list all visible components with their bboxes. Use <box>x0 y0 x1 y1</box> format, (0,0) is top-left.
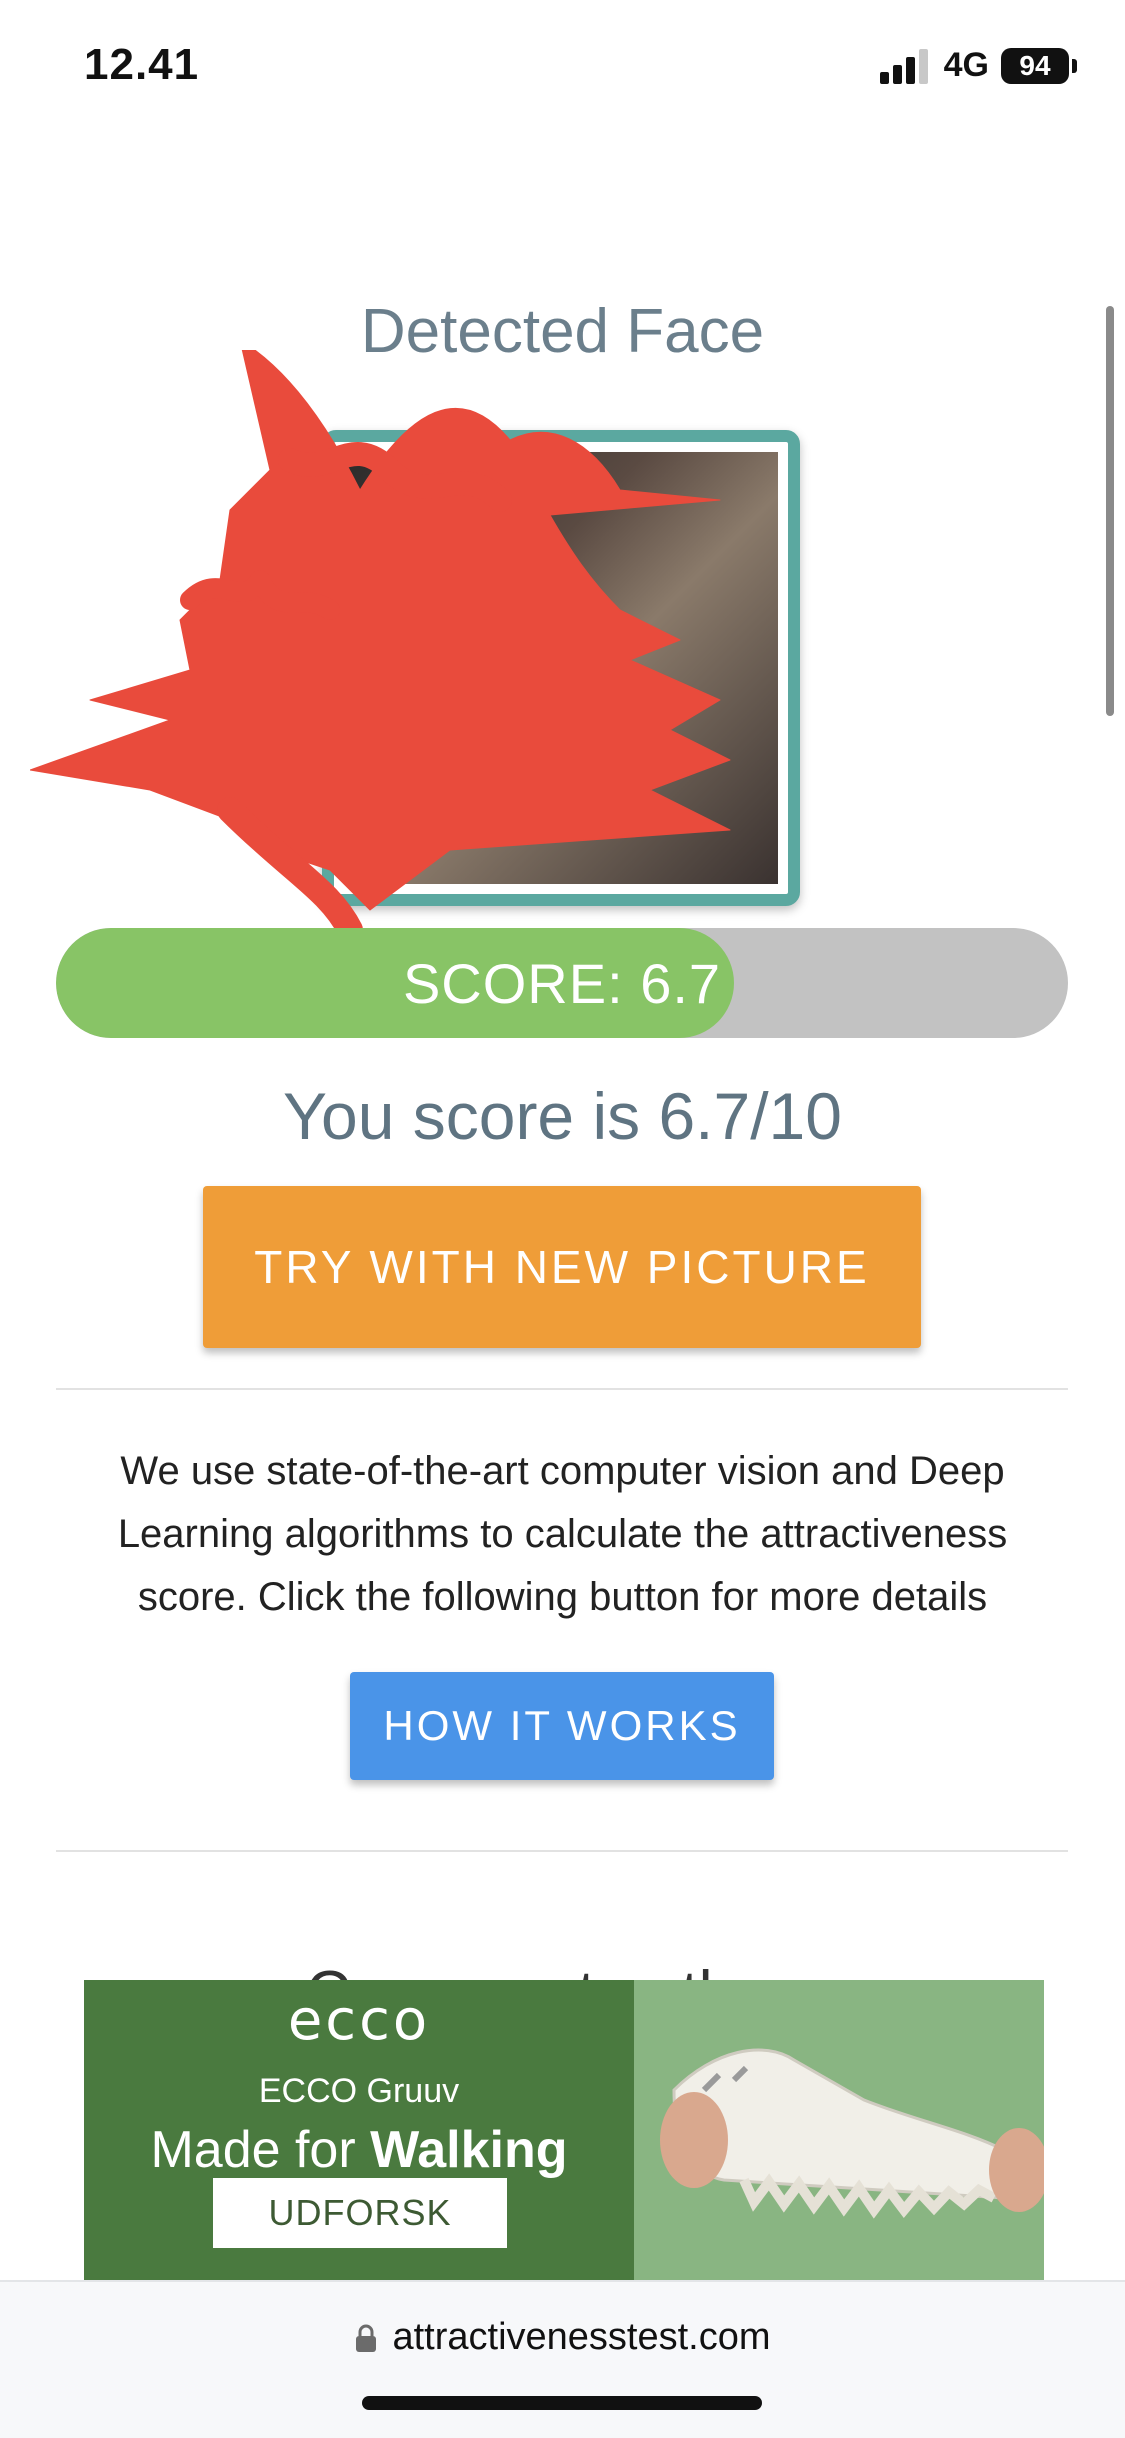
url-display[interactable]: attractivenesstest.com <box>0 2316 1125 2359</box>
battery-tip <box>1072 58 1077 73</box>
lock-icon <box>356 2324 377 2352</box>
ad-product-name: ECCO Gruuv <box>258 2072 460 2110</box>
method-description: We use state-of-the-art computer vision … <box>117 1449 1008 1619</box>
status-indicators: 4G 94 <box>879 46 1077 85</box>
battery-level: 94 <box>1001 47 1069 84</box>
score-progress-bar: SCORE: 6.7 <box>56 928 1068 1038</box>
url-text: attractivenesstest.com <box>392 2316 771 2358</box>
ad-text-panel: ecco ECCO Gruuv Made for Walking UDFORSK <box>84 1980 634 2280</box>
how-it-works-button[interactable]: HOW IT WORKS <box>350 1672 774 1780</box>
ad-brand-logo: ecco <box>287 1988 431 2053</box>
score-sentence: You score is 6.7/10 <box>283 1079 842 1153</box>
home-indicator[interactable] <box>362 2396 762 2410</box>
status-bar: 12.41 4G 94 <box>0 0 1125 140</box>
battery-icon: 94 <box>1001 47 1077 84</box>
ad-tagline-bold: Walking <box>370 2121 568 2179</box>
ad-tagline-prefix: Made for <box>150 2121 371 2179</box>
redaction-scribble <box>30 350 731 940</box>
score-progress-label: SCORE: 6.7 <box>402 951 722 1015</box>
network-type: 4G <box>943 46 989 84</box>
ad-tagline: Made for Walking <box>84 2120 634 2180</box>
ad-banner[interactable]: ecco ECCO Gruuv Made for Walking UDFORSK <box>84 1980 1044 2280</box>
ad-image-panel <box>634 1980 1044 2280</box>
section-divider <box>56 1388 1068 1390</box>
status-time: 12.41 <box>84 40 200 89</box>
cellular-signal-icon <box>879 48 928 84</box>
try-new-picture-button[interactable]: TRY WITH NEW PICTURE <box>203 1186 921 1348</box>
page-scrollbar[interactable] <box>1106 306 1114 716</box>
section-divider <box>56 1850 1068 1852</box>
browser-url-bar[interactable]: attractivenesstest.com <box>0 2280 1125 2438</box>
next-section-heading: Compare to others <box>0 1946 1125 1982</box>
ad-cta-button[interactable]: UDFORSK <box>213 2178 507 2248</box>
shoe-image <box>634 1980 1044 2280</box>
